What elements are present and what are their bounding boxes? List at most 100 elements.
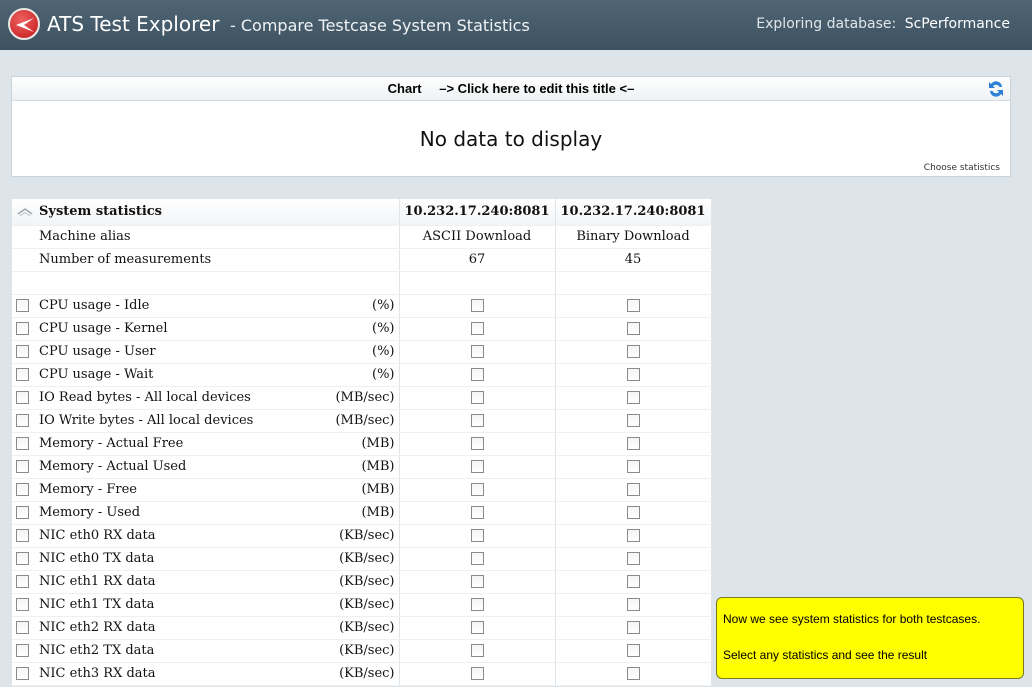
machine-checkbox[interactable] bbox=[470, 667, 484, 680]
select-all-checkbox[interactable] bbox=[16, 298, 29, 312]
chart-panel: Chart –> Click here to edit this title <… bbox=[11, 76, 1011, 177]
statistic-label: Memory - Free bbox=[39, 481, 137, 497]
select-all-checkbox[interactable] bbox=[16, 367, 29, 381]
statistic-unit: (MB) bbox=[361, 458, 395, 474]
statistic-unit: (MB) bbox=[361, 435, 395, 451]
select-all-checkbox[interactable] bbox=[16, 482, 29, 496]
machine-checkbox[interactable] bbox=[626, 391, 640, 404]
machine-checkbox[interactable] bbox=[626, 437, 640, 450]
machine-checkbox[interactable] bbox=[470, 322, 484, 335]
machine-checkbox[interactable] bbox=[626, 460, 640, 473]
measurement-count: 45 bbox=[555, 248, 712, 272]
statistic-label: CPU usage - Wait bbox=[39, 366, 154, 382]
database-name: ScPerformance bbox=[904, 16, 1010, 32]
chart-title-bar[interactable]: Chart –> Click here to edit this title <… bbox=[12, 77, 1010, 101]
machine-checkbox[interactable] bbox=[626, 644, 640, 657]
app-title: ATS Test Explorer bbox=[47, 12, 220, 36]
statistic-row: NIC eth2 RX data (KB/sec) bbox=[12, 616, 712, 640]
chart-title-edit-link[interactable]: –> Click here to edit this title <– bbox=[439, 81, 634, 96]
machine-checkbox[interactable] bbox=[626, 506, 640, 519]
refresh-icon[interactable] bbox=[986, 79, 1006, 99]
statistic-row: CPU usage - User (%) bbox=[12, 340, 712, 364]
machine-checkbox[interactable] bbox=[470, 414, 484, 427]
machine-checkbox[interactable] bbox=[626, 529, 640, 542]
statistic-unit: (MB/sec) bbox=[335, 389, 395, 405]
statistic-row: Memory - Actual Free (MB) bbox=[12, 432, 712, 456]
statistic-row: Memory - Used (MB) bbox=[12, 501, 712, 525]
machine-checkbox[interactable] bbox=[626, 299, 640, 312]
machine-column-header: 10.232.17.240:8081 bbox=[555, 199, 712, 226]
select-all-checkbox[interactable] bbox=[16, 643, 29, 657]
machine-checkbox[interactable] bbox=[470, 391, 484, 404]
machine-checkbox[interactable] bbox=[626, 368, 640, 381]
machine-checkbox[interactable] bbox=[626, 414, 640, 427]
select-all-checkbox[interactable] bbox=[16, 436, 29, 450]
select-all-checkbox[interactable] bbox=[16, 321, 29, 335]
statistic-label: NIC eth1 TX data bbox=[39, 596, 155, 612]
statistic-label: CPU usage - Idle bbox=[39, 297, 150, 313]
statistic-label: CPU usage - Kernel bbox=[39, 320, 168, 336]
alias-value: Binary Download bbox=[555, 225, 712, 249]
statistic-row: NIC eth1 RX data (KB/sec) bbox=[12, 570, 712, 594]
select-all-checkbox[interactable] bbox=[16, 574, 29, 588]
page-subtitle: - Compare Testcase System Statistics bbox=[230, 16, 530, 35]
machine-checkbox[interactable] bbox=[470, 506, 484, 519]
machine-checkbox[interactable] bbox=[470, 529, 484, 542]
machine-checkbox[interactable] bbox=[626, 621, 640, 634]
machine-checkbox[interactable] bbox=[626, 575, 640, 588]
statistic-row: CPU usage - Wait (%) bbox=[12, 363, 712, 387]
hint-tooltip: Now we see system statistics for both te… bbox=[716, 597, 1024, 679]
machine-checkbox[interactable] bbox=[470, 345, 484, 358]
statistic-row: NIC eth1 TX data (KB/sec) bbox=[12, 593, 712, 617]
select-all-checkbox[interactable] bbox=[16, 344, 29, 358]
machine-checkbox[interactable] bbox=[470, 621, 484, 634]
statistic-label: Memory - Used bbox=[39, 504, 141, 520]
machine-column-header: 10.232.17.240:8081 bbox=[399, 199, 556, 226]
select-all-checkbox[interactable] bbox=[16, 551, 29, 565]
machine-checkbox[interactable] bbox=[470, 644, 484, 657]
statistic-row: IO Read bytes - All local devices (MB/sec… bbox=[12, 386, 712, 410]
machine-checkbox[interactable] bbox=[626, 483, 640, 496]
statistic-unit: (KB/sec) bbox=[339, 527, 395, 543]
statistic-label: NIC eth0 RX data bbox=[39, 527, 156, 543]
machine-checkbox[interactable] bbox=[470, 483, 484, 496]
machine-checkbox[interactable] bbox=[626, 552, 640, 565]
select-all-checkbox[interactable] bbox=[16, 597, 29, 611]
statistic-unit: (MB/sec) bbox=[335, 412, 395, 428]
machine-checkbox[interactable] bbox=[626, 322, 640, 335]
machine-checkbox[interactable] bbox=[470, 299, 484, 312]
machine-checkbox[interactable] bbox=[470, 598, 484, 611]
select-all-checkbox[interactable] bbox=[16, 459, 29, 473]
select-all-checkbox[interactable] bbox=[16, 528, 29, 542]
collapse-icon[interactable] bbox=[17, 206, 33, 221]
section-header[interactable]: System statistics bbox=[12, 199, 400, 226]
machine-checkbox[interactable] bbox=[470, 437, 484, 450]
select-all-checkbox[interactable] bbox=[16, 505, 29, 519]
machine-checkbox[interactable] bbox=[470, 575, 484, 588]
select-all-checkbox[interactable] bbox=[16, 620, 29, 634]
hint-line: Now we see system statistics for both te… bbox=[723, 612, 981, 626]
select-all-checkbox[interactable] bbox=[16, 666, 29, 680]
machine-checkbox[interactable] bbox=[626, 667, 640, 680]
statistic-label: NIC eth2 RX data bbox=[39, 619, 156, 635]
statistic-row: Memory - Free (MB) bbox=[12, 478, 712, 502]
system-statistics-table: System statistics 10.232.17.240:8081 10.… bbox=[12, 199, 712, 686]
statistic-row: NIC eth0 TX data (KB/sec) bbox=[12, 547, 712, 571]
machine-checkbox[interactable] bbox=[470, 460, 484, 473]
alias-value: ASCII Download bbox=[399, 225, 556, 249]
machine-checkbox[interactable] bbox=[626, 345, 640, 358]
statistic-rows: CPU usage - Idle (%) CPU usage - Kernel (%)… bbox=[12, 294, 712, 686]
machine-checkbox[interactable] bbox=[626, 598, 640, 611]
database-info: Exploring database: ScPerformance bbox=[756, 16, 1010, 32]
statistic-label: NIC eth1 RX data bbox=[39, 573, 156, 589]
statistic-row: NIC eth0 RX data (KB/sec) bbox=[12, 524, 712, 548]
statistic-unit: (KB/sec) bbox=[339, 573, 395, 589]
select-all-checkbox[interactable] bbox=[16, 413, 29, 427]
select-all-checkbox[interactable] bbox=[16, 390, 29, 404]
statistic-row: CPU usage - Kernel (%) bbox=[12, 317, 712, 341]
empty-chart-message: No data to display bbox=[419, 127, 603, 151]
machine-checkbox[interactable] bbox=[470, 368, 484, 381]
choose-statistics-link[interactable]: Choose statistics bbox=[924, 163, 1000, 173]
machine-checkbox[interactable] bbox=[470, 552, 484, 565]
statistic-label: NIC eth3 RX data bbox=[39, 665, 156, 681]
